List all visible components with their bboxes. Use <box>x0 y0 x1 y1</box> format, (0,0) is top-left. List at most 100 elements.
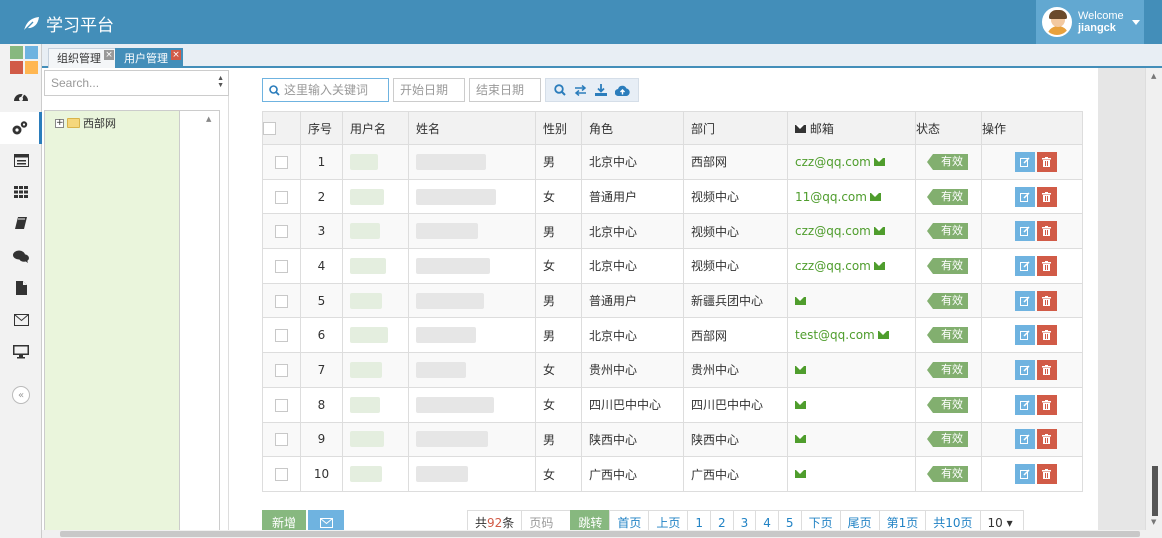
edit-icon[interactable] <box>1014 151 1035 172</box>
desktop-icon[interactable] <box>0 336 42 368</box>
folder-icon <box>67 118 80 128</box>
edit-icon[interactable] <box>1014 394 1035 415</box>
scroll-thumb[interactable] <box>60 531 1140 537</box>
cell-name-redacted <box>408 282 536 319</box>
file-icon[interactable] <box>0 272 42 304</box>
envelope-icon[interactable] <box>795 435 806 444</box>
row-checkbox[interactable] <box>262 386 301 423</box>
vertical-scrollbar[interactable]: ▲ ▼ <box>1145 68 1162 530</box>
end-date-input[interactable]: 结束日期 <box>469 78 541 102</box>
row-checkbox[interactable] <box>262 213 301 250</box>
shortcut-squares[interactable] <box>10 46 38 74</box>
tree-search-input[interactable]: Search... ▲ ▼ <box>44 70 229 96</box>
delete-icon[interactable] <box>1036 221 1057 242</box>
envelope-icon <box>795 124 806 133</box>
envelope-icon[interactable] <box>795 365 806 374</box>
table-row[interactable]: 1 男北京中心 西部网 czz@qq.com 有效 <box>262 144 1083 180</box>
delete-icon[interactable] <box>1036 394 1057 415</box>
table-row[interactable]: 2 女普通用户 视频中心 11@qq.com 有效 <box>262 178 1083 215</box>
tab-user-management[interactable]: 用户管理 × <box>115 48 183 68</box>
table-row[interactable]: 8 女四川巴中中心 四川巴中中心 有效 <box>262 386 1083 423</box>
delete-icon[interactable] <box>1036 255 1057 276</box>
delete-icon[interactable] <box>1036 359 1057 380</box>
download-icon[interactable] <box>595 84 607 96</box>
row-checkbox[interactable] <box>262 248 301 284</box>
edit-icon[interactable] <box>1014 186 1035 207</box>
email-link[interactable]: czz@qq.com <box>795 224 885 238</box>
email-link[interactable]: 11@qq.com <box>795 190 881 204</box>
envelope-icon[interactable] <box>795 296 806 305</box>
list-icon[interactable] <box>0 144 42 176</box>
brand[interactable]: 学习平台 <box>22 11 114 36</box>
cloud-upload-icon[interactable] <box>615 85 630 96</box>
edit-icon[interactable] <box>1014 255 1035 276</box>
email-link[interactable]: test@qq.com <box>795 328 889 342</box>
edit-icon[interactable] <box>1014 464 1035 485</box>
table-row[interactable]: 5 男普通用户 新疆兵团中心 有效 <box>262 282 1083 319</box>
scroll-down-icon[interactable]: ▼ <box>1151 518 1156 526</box>
collapse-sidebar-icon[interactable]: « <box>12 386 30 404</box>
edit-icon[interactable] <box>1014 359 1035 380</box>
delete-icon[interactable] <box>1036 290 1057 311</box>
delete-icon[interactable] <box>1036 151 1057 172</box>
row-checkbox[interactable] <box>262 456 301 492</box>
horizontal-scrollbar[interactable] <box>42 530 1162 538</box>
envelope-icon <box>869 192 881 201</box>
dashboard-icon[interactable] <box>0 80 42 112</box>
edit-icon[interactable] <box>1014 429 1035 450</box>
scroll-thumb[interactable] <box>1152 466 1158 516</box>
start-date-input[interactable]: 开始日期 <box>393 78 465 102</box>
envelope-icon[interactable] <box>0 304 42 336</box>
table-row[interactable]: 7 女贵州中心 贵州中心 有效 <box>262 352 1083 388</box>
grid-icon[interactable] <box>0 176 42 208</box>
expand-icon[interactable]: + <box>55 118 64 128</box>
edit-icon[interactable] <box>1014 221 1035 242</box>
close-icon[interactable]: × <box>171 50 181 60</box>
row-checkbox[interactable] <box>262 421 301 458</box>
cell-index: 10 <box>300 456 343 492</box>
envelope-icon[interactable] <box>795 400 806 409</box>
keyword-search-input[interactable]: 这里输入关键词 <box>262 78 389 102</box>
search-icon[interactable] <box>554 84 566 96</box>
book-icon[interactable] <box>0 208 42 240</box>
row-checkbox[interactable] <box>262 352 301 388</box>
select-all-checkbox[interactable] <box>262 111 301 145</box>
row-checkbox[interactable] <box>262 178 301 215</box>
scroll-up-icon[interactable]: ▲ <box>206 115 211 123</box>
exchange-icon[interactable] <box>574 84 587 96</box>
table-row[interactable]: 6 男北京中心 西部网 test@qq.com 有效 <box>262 317 1083 354</box>
tab-org-management[interactable]: 组织管理 × <box>48 48 116 68</box>
row-checkbox[interactable] <box>262 317 301 354</box>
cell-role: 普通用户 <box>581 282 684 319</box>
row-checkbox[interactable] <box>262 144 301 180</box>
delete-icon[interactable] <box>1036 325 1057 346</box>
envelope-icon[interactable] <box>795 470 806 479</box>
delete-icon[interactable] <box>1036 186 1057 207</box>
delete-icon[interactable] <box>1036 464 1057 485</box>
sidebar: « <box>0 44 42 538</box>
cell-index: 1 <box>300 144 343 180</box>
user-menu[interactable]: Welcome jiangck <box>1036 0 1144 44</box>
edit-icon[interactable] <box>1014 290 1035 311</box>
spinner-arrows-icon[interactable]: ▲ ▼ <box>217 75 224 89</box>
comments-icon[interactable] <box>0 240 42 272</box>
tree-node-root[interactable]: + 西部网 <box>55 115 116 131</box>
cell-status: 有效 <box>915 317 982 354</box>
table-row[interactable]: 9 男陕西中心 陕西中心 有效 <box>262 421 1083 458</box>
email-link[interactable]: czz@qq.com <box>795 259 885 273</box>
cell-dept: 西部网 <box>683 144 788 180</box>
table-row[interactable]: 10 女广西中心 广西中心 有效 <box>262 456 1083 492</box>
cell-dept: 西部网 <box>683 317 788 354</box>
email-link[interactable]: czz@qq.com <box>795 155 885 169</box>
edit-icon[interactable] <box>1014 325 1035 346</box>
cell-index: 7 <box>300 352 343 388</box>
table-row[interactable]: 3 男北京中心 视频中心 czz@qq.com 有效 <box>262 213 1083 250</box>
close-icon[interactable]: × <box>104 50 114 60</box>
scroll-up-icon[interactable]: ▲ <box>1151 72 1156 80</box>
tree-scrollbar[interactable]: ▲ <box>180 110 220 538</box>
cogs-icon[interactable] <box>0 112 42 144</box>
tree-panel: Search... ▲ ▼ + 西部网 ▲ <box>42 70 229 538</box>
delete-icon[interactable] <box>1036 429 1057 450</box>
table-row[interactable]: 4 女北京中心 视频中心 czz@qq.com 有效 <box>262 248 1083 284</box>
row-checkbox[interactable] <box>262 282 301 319</box>
